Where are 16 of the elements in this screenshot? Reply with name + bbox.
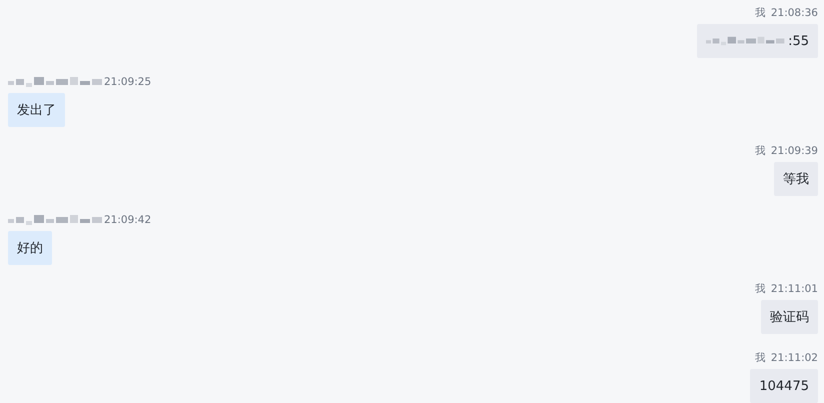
message-time: 21:11:02 — [770, 352, 818, 364]
sender-name: 我 — [754, 144, 766, 158]
sender-name: 我 — [754, 282, 766, 296]
message-text: 发出了 — [17, 102, 56, 119]
message-text: 验证码 — [770, 309, 809, 326]
message-time: 21:08:36 — [770, 7, 818, 19]
message-text: :55 — [788, 34, 809, 48]
message-time: 21:11:01 — [770, 283, 818, 295]
sender-name: 我 — [754, 6, 766, 20]
sender-name: 我 — [754, 351, 766, 365]
message-text: 好的 — [17, 240, 43, 257]
message-time: 21:09:39 — [770, 145, 818, 157]
message-text: 104475 — [759, 378, 809, 394]
message-text: 等我 — [783, 171, 809, 188]
message-time: 21:09:25 — [104, 76, 152, 88]
message-time: 21:09:42 — [104, 214, 152, 226]
